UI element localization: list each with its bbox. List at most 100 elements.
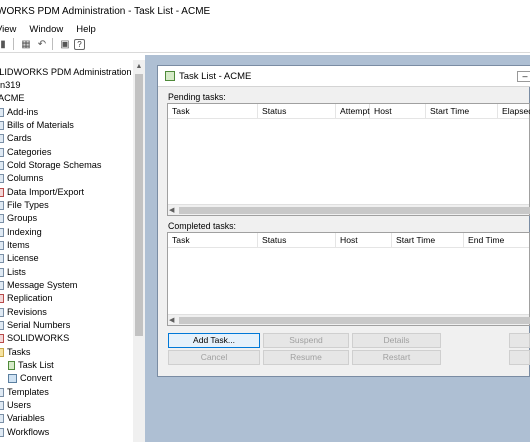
groups-icon: [0, 214, 4, 223]
pending-hscrollbar[interactable]: ◀: [168, 204, 530, 216]
tree-item-label: Cold Storage Schemas: [7, 160, 102, 170]
properties-icon[interactable]: ▦: [19, 38, 33, 51]
data-import-export-icon: [0, 188, 4, 197]
scrollbar-thumb[interactable]: [135, 74, 143, 336]
pending-tasks-header: Task Status Attempt Host Start Time Elap…: [168, 104, 530, 119]
tree-item-groups[interactable]: Groups: [0, 212, 37, 225]
column-task[interactable]: Task: [168, 104, 258, 119]
cards-icon: [0, 134, 4, 143]
tree-item-users[interactable]: Users: [0, 399, 31, 412]
tree-item-convert[interactable]: Convert: [8, 372, 52, 385]
column-attempt[interactable]: Attempt: [336, 104, 370, 119]
menu-help[interactable]: Help: [76, 24, 96, 35]
column-host[interactable]: Host: [370, 104, 426, 119]
admin-tree: SOLIDWORKS PDM Administration in319 ACME…: [0, 60, 133, 442]
menu-window[interactable]: Window: [29, 24, 63, 35]
tree-vault-label: ACME: [0, 93, 25, 103]
undo-icon[interactable]: ↶: [35, 38, 49, 51]
resume-button[interactable]: Resume: [263, 350, 349, 365]
tree-item-label: Replication: [7, 293, 53, 303]
add-task-button[interactable]: Add Task...: [168, 333, 260, 348]
tree-host[interactable]: in319: [0, 79, 20, 92]
tree-item-categories[interactable]: Categories: [0, 146, 51, 159]
items-icon: [0, 241, 4, 250]
tree-item-label: Convert: [20, 373, 53, 383]
solidworks-icon: [0, 334, 4, 343]
tree-root[interactable]: SOLIDWORKS PDM Administration: [0, 66, 132, 79]
tree-item-label: Revisions: [7, 307, 47, 317]
tree-item-revisions[interactable]: Revisions: [0, 306, 47, 319]
workflows-icon: [0, 428, 4, 437]
task-list-title: Task List - ACME: [179, 70, 252, 82]
tree-item-label: License: [7, 253, 39, 263]
tree-item-cold-storage[interactable]: Cold Storage Schemas: [0, 159, 101, 172]
tree-host-label: in319: [0, 80, 21, 90]
tree-item-file-types[interactable]: File Types: [0, 199, 49, 212]
help-icon[interactable]: ?: [74, 38, 85, 50]
tree-item-variables[interactable]: Variables: [0, 412, 45, 425]
columns-icon: [0, 174, 4, 183]
convert-icon: [8, 374, 17, 383]
scroll-left-icon[interactable]: ◀: [169, 205, 174, 216]
tree-item-label: Groups: [7, 213, 38, 223]
tree-scrollbar[interactable]: ▲: [133, 60, 145, 442]
scrollbar-thumb[interactable]: [179, 207, 530, 214]
tree-item-label: Variables: [7, 413, 45, 423]
tree-item-templates[interactable]: Templates: [0, 386, 49, 399]
tree-item-label: Bills of Materials: [7, 120, 74, 130]
tree-item-message-system[interactable]: Message System: [0, 279, 77, 292]
completed-hscrollbar[interactable]: ◀: [168, 314, 530, 326]
tree-item-serial-numbers[interactable]: Serial Numbers: [0, 319, 70, 332]
column-end-time[interactable]: End Time: [464, 233, 530, 248]
menu-bar: View Window Help: [0, 22, 530, 36]
pending-tasks-list[interactable]: Task Status Attempt Host Start Time Elap…: [167, 103, 530, 216]
add-ins-icon: [0, 108, 4, 117]
restart-button[interactable]: Restart: [352, 350, 441, 365]
extra-button-top[interactable]: [509, 333, 530, 348]
completed-tasks-list[interactable]: Task Status Host Start Time End Time ◀: [167, 232, 530, 326]
menu-view[interactable]: View: [0, 24, 16, 35]
column-task[interactable]: Task: [168, 233, 258, 248]
refresh-icon[interactable]: ▮: [0, 38, 10, 51]
tree-item-replication[interactable]: Replication: [0, 292, 52, 305]
tree-item-label: SOLIDWORKS: [7, 333, 70, 343]
cancel-button[interactable]: Cancel: [168, 350, 260, 365]
tree-item-label: Add-ins: [7, 107, 39, 117]
column-status[interactable]: Status: [258, 233, 336, 248]
tree-item-license[interactable]: License: [0, 252, 39, 265]
column-host[interactable]: Host: [336, 233, 392, 248]
column-start-time[interactable]: Start Time: [392, 233, 464, 248]
tree-item-bills-of-materials[interactable]: Bills of Materials: [0, 119, 74, 132]
tree-item-indexing[interactable]: Indexing: [0, 226, 42, 239]
scrollbar-thumb[interactable]: [179, 317, 530, 324]
variables-icon: [0, 414, 4, 423]
tree-item-cards[interactable]: Cards: [0, 132, 32, 145]
tree-item-workflows[interactable]: Workflows: [0, 426, 49, 439]
tree-item-tasks[interactable]: Tasks: [0, 346, 30, 359]
column-status[interactable]: Status: [258, 104, 336, 119]
extra-button-bottom[interactable]: [509, 350, 530, 365]
completed-tasks-label: Completed tasks:: [168, 221, 236, 231]
tree-item-task-list[interactable]: Task List: [8, 359, 54, 372]
tree-item-add-ins[interactable]: Add-ins: [0, 106, 38, 119]
details-button[interactable]: Details: [352, 333, 441, 348]
tree-item-label: Templates: [7, 387, 49, 397]
column-elapsed-time[interactable]: Elapsed T: [498, 104, 530, 119]
message-system-icon: [0, 281, 4, 290]
tree-item-lists[interactable]: Lists: [0, 266, 26, 279]
suspend-button[interactable]: Suspend: [263, 333, 349, 348]
tree-item-items[interactable]: Items: [0, 239, 29, 252]
print-icon[interactable]: ▣: [58, 38, 72, 51]
tree-vault[interactable]: ACME: [0, 92, 25, 105]
tree-item-columns[interactable]: Columns: [0, 172, 43, 185]
license-icon: [0, 254, 4, 263]
minimize-icon[interactable]: –: [517, 71, 530, 82]
column-start-time[interactable]: Start Time: [426, 104, 498, 119]
bom-icon: [0, 121, 4, 130]
tree-item-data-import-export[interactable]: Data Import/Export: [0, 186, 84, 199]
scroll-up-icon[interactable]: ▲: [133, 61, 145, 73]
categories-icon: [0, 148, 4, 157]
tree-item-solidworks[interactable]: SOLIDWORKS: [0, 332, 69, 345]
tree-item-label: File Types: [7, 200, 49, 210]
scroll-left-icon[interactable]: ◀: [169, 315, 174, 326]
